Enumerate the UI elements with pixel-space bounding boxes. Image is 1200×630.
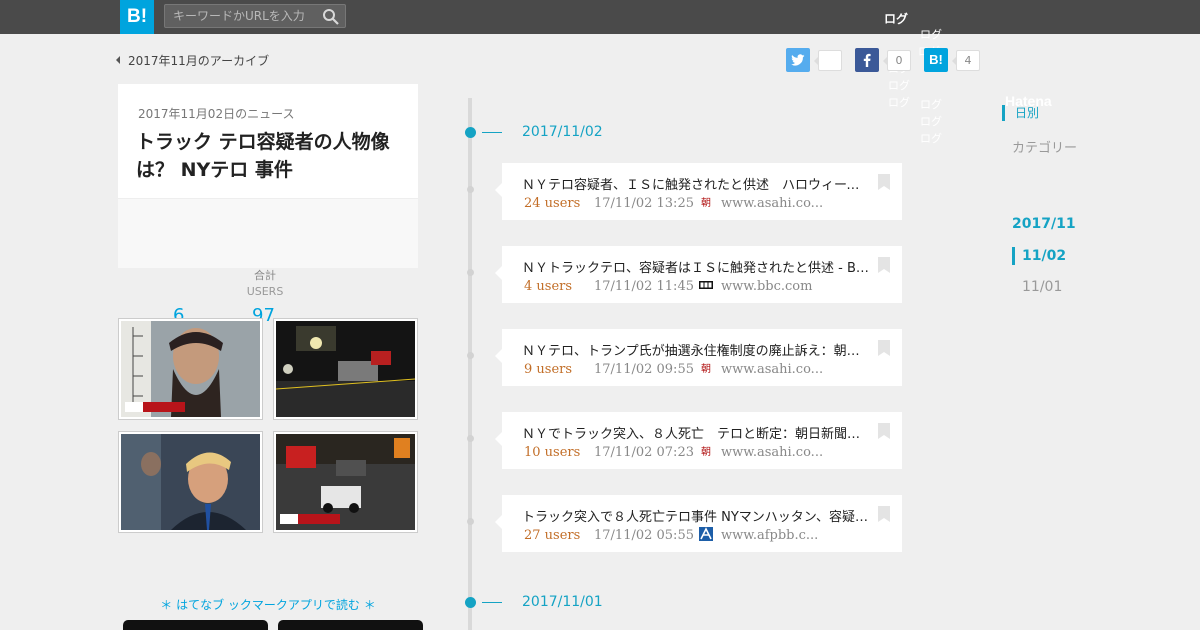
timeline-node — [467, 352, 474, 359]
nav-day[interactable]: 11/01 — [1022, 279, 1062, 295]
menu-item[interactable]: ログ — [920, 113, 942, 130]
menu-item[interactable]: ログ — [920, 26, 942, 43]
news-thumbnail[interactable] — [273, 318, 418, 420]
bookmark-icon[interactable] — [877, 422, 891, 440]
entry-meta: 27 users 17/11/02 05:55 www.afpbb.c... — [524, 527, 818, 543]
entry-time: 17/11/02 09:55 — [594, 362, 694, 377]
day-summary-card: 2017年11月02日のニュース トラック テロ容疑者の人物像は？ NYテロ 事… — [118, 84, 418, 268]
svg-text:朝: 朝 — [701, 197, 711, 209]
timeline-node — [467, 186, 474, 193]
entry-card: ＮＹトラックテロ、容疑者はＩＳに触発されたと供述 - BBCニュース 4 use… — [495, 246, 902, 303]
entry-domain[interactable]: www.asahi.co... — [721, 196, 823, 211]
entry-title[interactable]: ＮＹテロ、トランプ氏が抽選永住権制度の廃止訴え：朝日新聞デジタル — [522, 340, 872, 359]
breadcrumb[interactable]: 2017年11月のアーカイブ — [116, 52, 269, 69]
facebook-count: 0 — [883, 50, 911, 71]
entry-time: 17/11/02 13:25 — [594, 196, 694, 211]
entry-users[interactable]: 9 users — [524, 362, 594, 377]
bookmark-icon[interactable] — [877, 505, 891, 523]
entry-domain[interactable]: www.afpbb.c... — [721, 528, 818, 543]
entry-time: 17/11/02 11:45 — [594, 279, 694, 294]
login-link[interactable]: ログ — [884, 10, 908, 27]
app-store-badge[interactable] — [123, 620, 268, 630]
bookmark-icon[interactable] — [877, 173, 891, 191]
hatena-count: 4 — [952, 50, 980, 71]
crime-scene-photo — [276, 321, 415, 417]
entry-meta: 9 users 17/11/02 09:55 朝 www.asahi.co... — [524, 361, 823, 377]
timeline-line — [468, 98, 472, 630]
bookmark-icon[interactable] — [877, 256, 891, 274]
twitter-count — [814, 50, 842, 71]
asahi-favicon-icon: 朝 — [699, 361, 713, 375]
card-title[interactable]: トラック テロ容疑者の人物像は？ NYテロ 事件 — [136, 128, 406, 184]
news-thumbnail[interactable] — [118, 318, 263, 420]
nav-month[interactable]: 2017/11 — [1012, 216, 1076, 232]
svg-text:朝: 朝 — [701, 363, 711, 375]
caret-left-icon — [116, 56, 120, 64]
entry-domain[interactable]: www.asahi.co... — [721, 445, 823, 460]
search-input[interactable] — [165, 5, 315, 27]
users-label: USERS — [246, 285, 284, 298]
news-thumbnail[interactable] — [118, 431, 263, 533]
menu-item[interactable]: ログ — [888, 77, 942, 94]
entry-users[interactable]: 27 users — [524, 528, 594, 543]
entry-title[interactable]: ＮＹトラックテロ、容疑者はＩＳに触発されたと供述 - BBCニュース — [522, 257, 872, 276]
timeline-node — [467, 518, 474, 525]
entry-meta: 10 users 17/11/02 07:23 朝 www.asahi.co... — [524, 444, 823, 460]
hatena-bookmark-logo[interactable]: B! — [120, 0, 154, 34]
news-thumbnail[interactable] — [273, 431, 418, 533]
menu-item[interactable]: ログ — [920, 96, 942, 113]
google-play-badge[interactable] — [278, 620, 423, 630]
nav-daily[interactable]: 日別 — [1002, 105, 1039, 121]
suspect-photo — [121, 321, 260, 417]
bbc-favicon-icon — [699, 281, 713, 289]
asahi-favicon-icon: 朝 — [699, 195, 713, 209]
afp-favicon-icon — [699, 527, 713, 541]
timeline-dash — [482, 602, 502, 603]
politician-photo — [121, 434, 260, 530]
entry-users[interactable]: 24 users — [524, 196, 594, 211]
app-promo[interactable]: ＊ はてなブ ックマークアプリで読む ＊ — [118, 596, 418, 613]
timeline-date-dot — [465, 127, 476, 138]
asahi-favicon-icon: 朝 — [699, 444, 713, 458]
damaged-vehicle-photo — [276, 434, 415, 530]
entry-card: トラック突入で８人死亡テロ事件 NYマンハッタン、容疑者は2０１０年に米国移住 … — [495, 495, 902, 552]
nav-day-current[interactable]: 11/02 — [1012, 247, 1066, 265]
entry-title[interactable]: ＮＹでトラック突入、８人死亡 テロと断定：朝日新聞デジタル — [522, 423, 872, 442]
timeline-date[interactable]: 2017/11/01 — [522, 594, 603, 610]
entry-title[interactable]: トラック突入で８人死亡テロ事件 NYマンハッタン、容疑者は2０１０年に米国移住 … — [522, 506, 872, 525]
stat-label: 合計 — [254, 269, 276, 282]
entry-users[interactable]: 10 users — [524, 445, 594, 460]
top-bar: B! ログ — [0, 0, 1200, 34]
menu-item[interactable]: ログ — [920, 130, 942, 147]
entry-time: 17/11/02 05:55 — [594, 528, 694, 543]
svg-text:朝: 朝 — [701, 446, 711, 458]
nav-category[interactable]: カテゴリー — [1012, 137, 1077, 156]
entry-title[interactable]: ＮＹテロ容疑者、ＩＳに触発されたと供述 ハロウィーン狙う：朝日新聞デジタル — [522, 174, 872, 193]
entry-meta: 24 users 17/11/02 13:25 朝 www.asahi.co... — [524, 195, 823, 211]
entry-domain[interactable]: www.bbc.com — [721, 279, 812, 294]
timeline-date[interactable]: 2017/11/02 — [522, 124, 603, 140]
breadcrumb-label: 2017年11月のアーカイブ — [128, 54, 270, 68]
card-footer — [118, 198, 418, 268]
card-date: 2017年11月02日のニュース — [138, 107, 295, 121]
twitter-icon[interactable] — [786, 48, 810, 72]
search-icon[interactable] — [322, 8, 339, 25]
facebook-icon[interactable] — [855, 48, 879, 72]
search-box[interactable] — [164, 4, 346, 28]
entry-card: ＮＹテロ容疑者、ＩＳに触発されたと供述 ハロウィーン狙う：朝日新聞デジタル 24… — [495, 163, 902, 220]
bookmark-icon[interactable] — [877, 339, 891, 357]
timeline-node — [467, 269, 474, 276]
timeline-date-dot — [465, 597, 476, 608]
entry-card: ＮＹでトラック突入、８人死亡 テロと断定：朝日新聞デジタル 10 users 17… — [495, 412, 902, 469]
entry-users[interactable]: 4 users — [524, 279, 594, 294]
timeline-node — [467, 435, 474, 442]
hatena-bookmark-icon[interactable]: B! — [924, 48, 948, 72]
entry-card: ＮＹテロ、トランプ氏が抽選永住権制度の廃止訴え：朝日新聞デジタル 9 users… — [495, 329, 902, 386]
entry-meta: 4 users 17/11/02 11:45 www.bbc.com — [524, 278, 812, 294]
entry-time: 17/11/02 07:23 — [594, 445, 694, 460]
user-menu-column-2: ログ ログ ログ — [920, 96, 942, 147]
timeline-dash — [482, 132, 502, 133]
entry-domain[interactable]: www.asahi.co... — [721, 362, 823, 377]
